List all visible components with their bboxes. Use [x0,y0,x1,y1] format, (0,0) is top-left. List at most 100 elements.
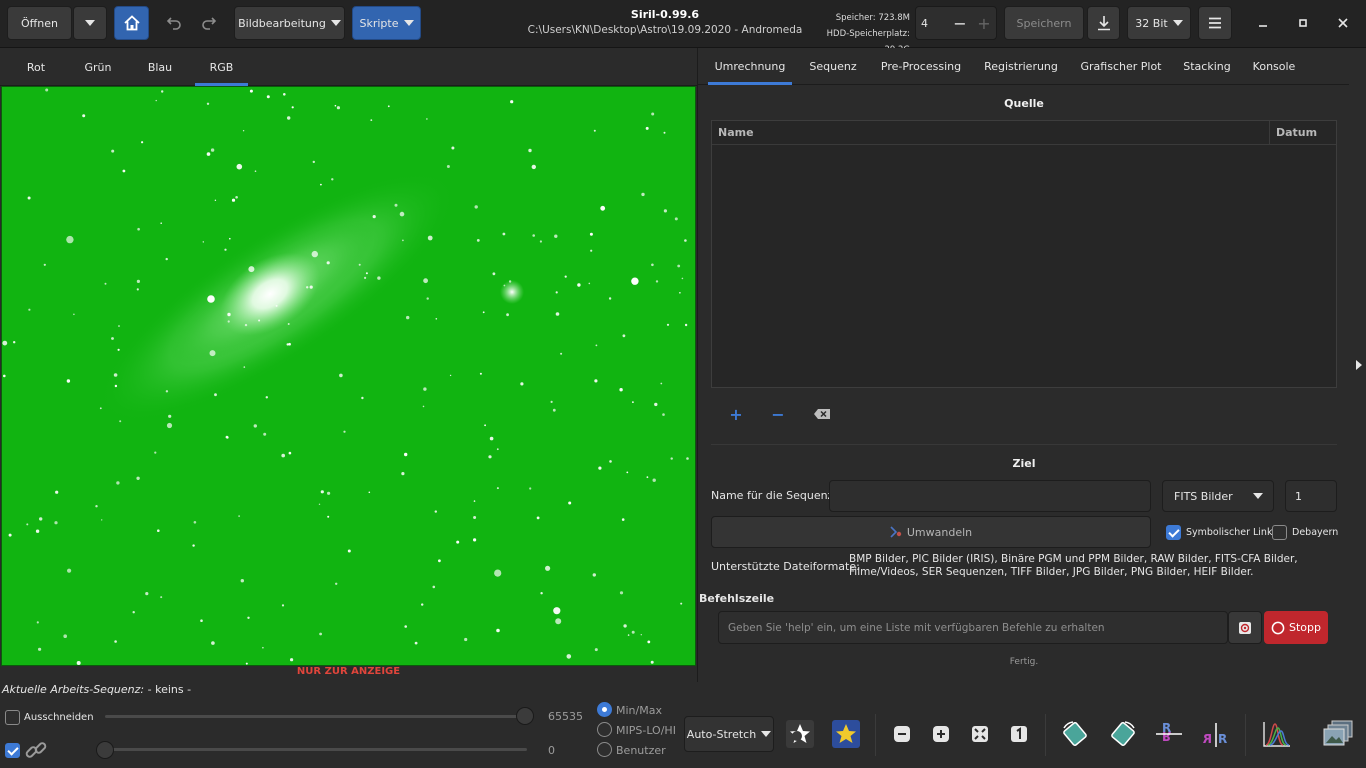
star [43,263,46,266]
low-slider-handle[interactable] [96,741,114,759]
tab-plot[interactable]: Grafischer Plot [1076,48,1166,85]
star [627,634,630,636]
zoom-increase-button[interactable]: + [972,7,996,39]
command-help-button[interactable] [1228,611,1262,644]
undo-button[interactable] [158,6,190,40]
star [206,102,210,105]
sequence-name-label: Name für die Sequenz: [711,489,838,502]
minimize-button[interactable] [1250,10,1276,36]
image-gallery-button[interactable] [1321,718,1355,750]
stop-label: Stopp [1289,621,1321,634]
main-menu-button[interactable] [1198,6,1232,40]
radio-user-label: Benutzer [616,744,666,757]
star [679,292,681,294]
star [3,374,6,378]
symlink-checkbox[interactable] [1166,525,1181,540]
toggle-negative-button[interactable] [783,718,817,750]
zoom-fit-button[interactable] [963,718,997,750]
star [488,455,492,459]
save-button[interactable]: Speichern [1004,6,1084,40]
link-sliders-checkbox[interactable] [5,743,20,758]
zoom-decrease-button[interactable]: − [948,7,972,39]
star [446,165,450,168]
sequence-name-input[interactable] [829,480,1151,512]
tab-green[interactable]: Grün [78,48,118,86]
low-slider-track[interactable] [105,748,527,751]
radio-minmax[interactable] [597,702,612,717]
star [663,131,666,134]
image-viewport[interactable] [1,86,696,666]
command-input[interactable]: Geben Sie 'help' ein, um eine Liste mit … [718,611,1228,644]
zoom-out-button[interactable] [885,718,919,750]
column-header-name[interactable]: Name [718,126,754,139]
debayer-label: Debayern [1292,527,1339,538]
recent-files-dropdown-button[interactable] [73,6,107,40]
zoom-stepper[interactable]: 4 − + [915,6,997,40]
tab-blue[interactable]: Blau [140,48,180,86]
high-slider-track[interactable] [105,715,527,718]
remove-files-button[interactable]: − [766,404,790,424]
radio-user[interactable] [597,742,612,757]
rotate-left-button[interactable] [1058,718,1092,750]
color-mode-button[interactable] [829,718,863,750]
star [82,114,86,118]
tab-stacking[interactable]: Stacking [1179,48,1235,85]
tab-preprocessing[interactable]: Pre-Processing [876,48,966,85]
open-button[interactable]: Öffnen [7,6,72,40]
radio-mips[interactable] [597,722,612,737]
stretch-mode-select[interactable]: Auto-Stretch [684,716,774,752]
star [334,104,337,107]
column-header-date[interactable]: Datum [1276,126,1317,139]
tab-console[interactable]: Konsole [1248,48,1300,85]
close-button[interactable] [1330,10,1356,36]
crop-checkbox[interactable] [5,710,20,725]
star [588,282,591,285]
tab-conversion[interactable]: Umrechnung [708,48,792,85]
mirror-y-button[interactable]: RR [1199,718,1233,750]
tab-sequence[interactable]: Sequenz [803,48,863,85]
save-as-button[interactable] [1087,6,1120,40]
start-index-input[interactable]: 1 [1285,480,1337,512]
image-processing-menu[interactable]: Bildbearbeitung [234,6,345,40]
star [245,662,248,665]
star [318,503,321,505]
right-edge-strip [1349,48,1366,682]
output-format-select[interactable]: FITS Bilder [1162,480,1274,512]
star [531,164,536,170]
debayer-checkbox[interactable] [1272,525,1287,540]
bitdepth-menu[interactable]: 32 Bit [1127,6,1191,40]
star [161,90,164,93]
zoom-in-button[interactable] [924,718,958,750]
star [248,266,255,273]
add-files-button[interactable]: + [724,404,748,424]
zoom-value[interactable]: 4 [916,17,948,30]
clear-list-button[interactable] [810,404,834,424]
convert-button[interactable]: Umwandeln [711,516,1151,548]
rotate-right-button[interactable] [1106,718,1140,750]
maximize-button[interactable] [1290,10,1316,36]
star [404,625,408,628]
scripts-menu[interactable]: Skripte [352,6,421,40]
star [281,453,286,458]
star [339,373,343,378]
stop-button[interactable]: Stopp [1264,611,1328,644]
star [365,272,368,275]
zoom-one-button[interactable] [1002,718,1036,750]
tab-rgb[interactable]: RGB [195,48,248,86]
home-button[interactable] [114,6,149,40]
histogram-button[interactable] [1260,718,1294,750]
source-title: Quelle [1004,97,1044,110]
star [640,634,642,636]
main-tabs: Umrechnung Sequenz Pre-Processing Regist… [698,48,1350,85]
redo-button[interactable] [193,6,225,40]
high-slider-handle[interactable] [516,707,534,725]
expand-panel-icon[interactable] [1355,360,1363,370]
source-file-list[interactable]: Name Datum [711,120,1337,388]
star [529,487,532,490]
mirror-x-button[interactable]: RR [1152,718,1186,750]
tab-registration[interactable]: Registrierung [979,48,1063,85]
channel-tabs: Rot Grün Blau RGB [0,48,697,86]
app-title: Siril-0.99.6 [630,8,700,21]
symlink-label: Symbolischer Link [1186,527,1273,538]
tab-red[interactable]: Rot [14,48,58,86]
